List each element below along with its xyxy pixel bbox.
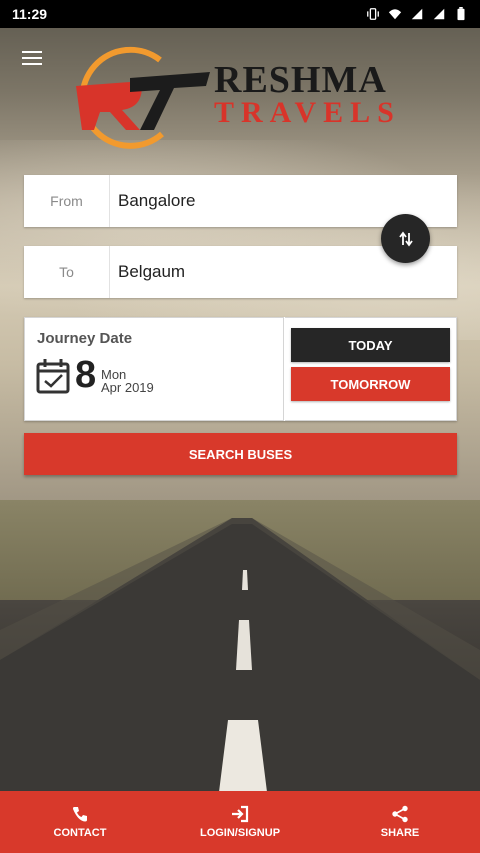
contact-label: CONTACT [53, 827, 107, 839]
tomorrow-button[interactable]: TOMORROW [291, 367, 450, 401]
journey-date-title: Journey Date [37, 330, 133, 347]
quick-date-buttons: TODAY TOMORROW [285, 317, 457, 421]
swap-button[interactable] [381, 214, 430, 263]
from-label: From [24, 175, 110, 227]
bottom-navigation: CONTACT LOGIN/SIGNUP SHARE [0, 791, 480, 853]
signal-icon [411, 8, 423, 20]
signal-icon-2 [433, 8, 445, 20]
logo-text-travels: TRAVELS [214, 96, 401, 129]
swap-vertical-icon [398, 231, 413, 246]
reshma-travels-logo: RESHMA TRAVELS [70, 42, 420, 152]
login-signup-button[interactable]: LOGIN/SIGNUP [160, 791, 320, 853]
contact-button[interactable]: CONTACT [0, 791, 160, 853]
search-buses-button[interactable]: SEARCH BUSES [24, 433, 457, 475]
status-time: 11:29 [12, 6, 48, 22]
road-graphic [0, 518, 480, 800]
phone-icon [73, 807, 87, 822]
journey-date-picker[interactable]: Journey Date 8 Mon Apr 2019 [24, 317, 284, 421]
share-button[interactable]: SHARE [320, 791, 480, 853]
calendar-check-icon [36, 359, 70, 394]
today-button[interactable]: TODAY [291, 328, 450, 362]
to-label: To [24, 246, 110, 298]
wifi-icon [388, 9, 402, 20]
logo-mark [76, 46, 210, 149]
battery-icon [457, 7, 465, 21]
journey-date-panel: Journey Date 8 Mon Apr 2019 TODAY TOMORR… [24, 317, 457, 421]
journey-date-day: 8 [75, 354, 97, 396]
status-bar: 11:29 [0, 0, 480, 28]
share-label: SHARE [380, 827, 420, 839]
login-icon [232, 805, 249, 823]
share-icon [392, 805, 408, 823]
journey-date-month-year: Apr 2019 [101, 380, 154, 395]
hamburger-menu-icon[interactable] [22, 46, 50, 70]
status-icons [366, 7, 468, 21]
login-signup-label: LOGIN/SIGNUP [199, 827, 281, 839]
vibrate-icon [367, 8, 379, 20]
